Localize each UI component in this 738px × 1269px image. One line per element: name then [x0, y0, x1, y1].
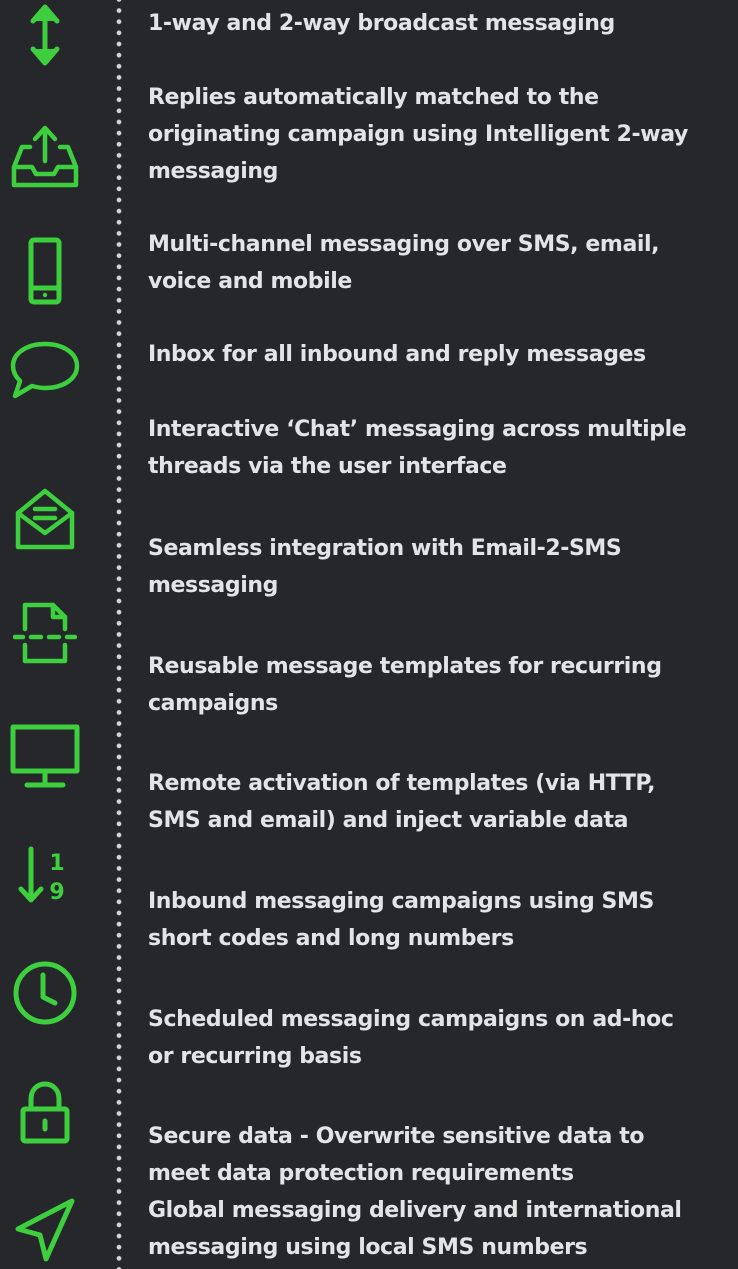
feature-item: Reusable message templates for recurring…: [148, 648, 738, 722]
feature-line: Multi-channel messaging over SMS, email,: [148, 232, 660, 257]
feature-item: Interactive ‘Chat’ messaging across mult…: [148, 411, 738, 485]
document-split-icon: [0, 600, 90, 668]
feature-line: Secure data - Overwrite sensitive data t…: [148, 1124, 645, 1149]
feature-line: threads via the user interface: [148, 454, 507, 479]
feature-line: Global messaging delivery and internatio…: [148, 1198, 682, 1223]
feature-item: Scheduled messaging campaigns on ad-hoc …: [148, 1001, 738, 1075]
feature-line: messaging using local SMS numbers: [148, 1235, 588, 1260]
svg-text:9: 9: [49, 880, 64, 905]
feature-line: originating campaign using Intelligent 2…: [148, 122, 688, 147]
feature-line: Reusable message templates for recurring: [148, 654, 662, 679]
chat-bubble-icon: [0, 336, 90, 402]
feature-item: 1-way and 2-way broadcast messaging: [148, 5, 738, 42]
feature-line: SMS and email) and inject variable data: [148, 808, 629, 833]
feature-line: 1-way and 2-way broadcast messaging: [148, 11, 615, 36]
feature-item: Secure data - Overwrite sensitive data t…: [148, 1118, 738, 1192]
feature-line: Replies automatically matched to the: [148, 85, 599, 110]
feature-line: voice and mobile: [148, 269, 352, 294]
feature-item: Remote activation of templates (via HTTP…: [148, 765, 738, 839]
feature-item: Global messaging delivery and internatio…: [148, 1192, 738, 1266]
feature-line: campaigns: [148, 691, 278, 716]
monitor-icon: [0, 722, 90, 792]
feature-line: Inbox for all inbound and reply messages: [148, 342, 646, 367]
feature-line: or recurring basis: [148, 1044, 362, 1069]
feature-line: Scheduled messaging campaigns on ad-hoc: [148, 1007, 674, 1032]
feature-line: messaging: [148, 159, 278, 184]
feature-line: Seamless integration with Email-2-SMS: [148, 536, 622, 561]
dotted-divider: [116, 0, 122, 1269]
feature-line: meet data protection requirements: [148, 1161, 574, 1186]
feature-line: short codes and long numbers: [148, 926, 514, 951]
mobile-phone-icon: [0, 236, 90, 306]
navigation-arrow-icon: [0, 1194, 90, 1266]
feature-item: Seamless integration with Email-2-SMS me…: [148, 530, 738, 604]
envelope-open-icon: [0, 486, 90, 554]
feature-item: Inbound messaging campaigns using SMS sh…: [148, 883, 738, 957]
feature-line: messaging: [148, 573, 278, 598]
feature-item: Inbox for all inbound and reply messages: [148, 336, 738, 373]
sort-numeric-icon: 1 9: [0, 840, 90, 910]
vertical-arrows-icon: [0, 2, 90, 68]
feature-line: Remote activation of templates (via HTTP…: [148, 771, 656, 796]
padlock-icon: [0, 1076, 90, 1148]
feature-item: Multi-channel messaging over SMS, email,…: [148, 226, 738, 300]
inbox-upload-icon: [0, 118, 90, 194]
clock-icon: [0, 958, 90, 1028]
svg-text:1: 1: [49, 851, 64, 876]
feature-line: Interactive ‘Chat’ messaging across mult…: [148, 417, 687, 442]
feature-line: Inbound messaging campaigns using SMS: [148, 889, 654, 914]
feature-item: Replies automatically matched to the ori…: [148, 79, 738, 190]
